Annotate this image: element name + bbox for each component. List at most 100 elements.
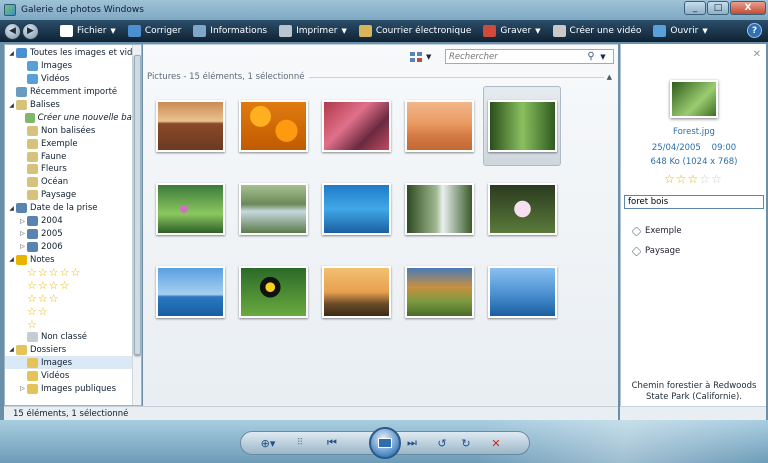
collapse-caret-icon[interactable]: ▲: [607, 73, 612, 81]
tree-2005[interactable]: ▷ 2005: [5, 227, 141, 240]
expand-toggle-icon[interactable]: ◢: [7, 102, 16, 109]
tree-videos[interactable]: Vidéos: [5, 73, 141, 86]
previous-button[interactable]: ⏮: [321, 433, 343, 453]
next-button[interactable]: ⏭: [401, 433, 423, 453]
search-box[interactable]: ⚲ ▼: [445, 49, 614, 64]
thumbnail-item[interactable]: [234, 252, 312, 332]
tree-tag-paysage[interactable]: Paysage: [5, 189, 141, 202]
view-options-button[interactable]: ▼: [410, 51, 432, 63]
thumbnail-item[interactable]: [317, 169, 395, 249]
tree-recent[interactable]: Récemment importé: [5, 86, 141, 99]
toolbar-informations-button[interactable]: Informations: [187, 20, 273, 42]
thumbnail-item[interactable]: [151, 86, 229, 166]
tree-unrated[interactable]: Non classé: [5, 331, 141, 344]
scrollbar-thumb[interactable]: [134, 55, 141, 355]
tree-2006[interactable]: ▷ 2006: [5, 240, 141, 253]
thumbnail-item[interactable]: [151, 169, 229, 249]
delete-button[interactable]: ✕: [485, 433, 507, 453]
tree-rating-4[interactable]: ☆ ☆ ☆ ☆: [5, 279, 141, 292]
group-header[interactable]: Pictures - 15 éléments, 1 sélectionné ▲: [147, 72, 612, 82]
zoom-button[interactable]: ⊕▾: [255, 433, 281, 453]
expand-toggle-icon[interactable]: ◢: [7, 346, 16, 353]
expand-toggle-icon[interactable]: ▷: [18, 243, 27, 250]
back-button[interactable]: ◀: [4, 22, 21, 40]
thumbnail-item[interactable]: [234, 169, 312, 249]
image-caption[interactable]: Chemin forestier à Redwoods State Park (…: [621, 381, 767, 403]
expand-toggle-icon[interactable]: ◢: [7, 256, 16, 263]
tag-paysage[interactable]: Paysage: [631, 245, 680, 257]
tree-node-icon: [27, 357, 38, 368]
minimize-button[interactable]: _: [684, 1, 706, 15]
tree-untagged[interactable]: Non balisées: [5, 124, 141, 137]
thumbnail-item[interactable]: [400, 86, 478, 166]
thumbnail-view-icon: [410, 51, 422, 62]
star-filled-icon[interactable]: ☆: [688, 173, 699, 185]
slideshow-button[interactable]: [369, 427, 401, 459]
help-button[interactable]: ?: [747, 23, 762, 38]
toolbar-corriger-button[interactable]: Corriger: [122, 20, 187, 42]
search-dropdown-icon[interactable]: ▼: [598, 53, 608, 61]
thumbnail-item[interactable]: [234, 86, 312, 166]
toolbar-imprimer-button[interactable]: Imprimer ▼: [273, 20, 353, 42]
tree-images[interactable]: Images: [5, 60, 141, 73]
tree-node-icon: [27, 228, 38, 239]
tree-all-images[interactable]: ◢ Toutes les images et vidé: [5, 47, 141, 60]
star-empty-icon[interactable]: ☆: [711, 173, 722, 185]
tree-rating-3[interactable]: ☆ ☆ ☆: [5, 292, 141, 305]
tree-ratings[interactable]: ◢ Notes: [5, 253, 141, 266]
navigation-scrollbar[interactable]: [132, 45, 141, 405]
star-empty-icon[interactable]: ☆: [699, 173, 710, 185]
tree-rating-1[interactable]: ☆: [5, 318, 141, 331]
tree-folder-images[interactable]: Images: [5, 356, 141, 370]
thumbnail-item[interactable]: [317, 252, 395, 332]
tree-tag-ocean[interactable]: Océan: [5, 176, 141, 189]
search-icon[interactable]: ⚲: [584, 51, 598, 62]
toolbar-fichier-button[interactable]: Fichier ▼: [54, 20, 122, 42]
expand-toggle-icon[interactable]: ◢: [7, 205, 16, 212]
close-button[interactable]: X: [730, 1, 766, 15]
toolbar-label: Imprimer: [296, 26, 338, 36]
tree-tags[interactable]: ◢ Balises: [5, 99, 141, 112]
star-icon: ☆: [37, 291, 48, 305]
expand-toggle-icon[interactable]: ▷: [18, 385, 27, 392]
thumbnail-item[interactable]: [317, 86, 395, 166]
tree-rating-2[interactable]: ☆ ☆: [5, 305, 141, 318]
star-filled-icon[interactable]: ☆: [676, 173, 687, 185]
toolbar-label: Corriger: [144, 26, 182, 36]
tree-folder-videos[interactable]: Vidéos: [5, 369, 141, 382]
toolbar-creer-une-video-button[interactable]: Créer une vidéo: [547, 20, 648, 42]
tree-2004[interactable]: ▷ 2004: [5, 215, 141, 228]
thumbnail-item[interactable]: [400, 252, 478, 332]
close-info-pane-icon[interactable]: ✕: [753, 49, 761, 60]
expand-toggle-icon[interactable]: ▷: [18, 230, 27, 237]
tree-tag-fleurs[interactable]: Fleurs: [5, 163, 141, 176]
actual-size-button[interactable]: ⠿: [289, 433, 311, 453]
rotate-right-button[interactable]: ↻: [455, 433, 477, 453]
expand-toggle-icon[interactable]: ◢: [7, 50, 16, 57]
star-filled-icon[interactable]: ☆: [664, 173, 675, 185]
tree-tag-faune[interactable]: Faune: [5, 150, 141, 163]
forward-button[interactable]: ▶: [22, 22, 39, 40]
rotate-left-button[interactable]: ↺: [431, 433, 453, 453]
tree-rating-5[interactable]: ☆ ☆ ☆ ☆ ☆: [5, 266, 141, 279]
search-input[interactable]: [446, 51, 584, 62]
thumbnail-item[interactable]: [483, 252, 561, 332]
thumbnail-item[interactable]: [483, 86, 561, 166]
toolbar-ouvrir-button[interactable]: Ouvrir ▼: [647, 20, 713, 42]
thumbnail-item[interactable]: [151, 252, 229, 332]
tree-folders[interactable]: ◢ Dossiers: [5, 343, 141, 356]
maximize-button[interactable]: □: [707, 1, 729, 15]
tree-tag-exemple[interactable]: Exemple: [5, 137, 141, 150]
tree-new-tag[interactable]: Créer une nouvelle balis: [5, 111, 141, 124]
thumbnail-item[interactable]: [400, 169, 478, 249]
tag-label: Exemple: [645, 226, 682, 236]
toolbar-courrier-electronique-button[interactable]: Courrier électronique: [353, 20, 478, 42]
tree-date[interactable]: ◢ Date de la prise: [5, 202, 141, 215]
expand-toggle-icon[interactable]: ▷: [18, 218, 27, 225]
rating-stars[interactable]: ☆ ☆ ☆ ☆ ☆: [664, 173, 722, 185]
toolbar-graver-button[interactable]: Graver ▼: [477, 20, 546, 42]
tree-public-images[interactable]: ▷ Images publiques: [5, 382, 141, 395]
tag-exemple[interactable]: Exemple: [631, 225, 682, 237]
thumbnail-item[interactable]: [483, 169, 561, 249]
tag-input[interactable]: [624, 195, 764, 209]
